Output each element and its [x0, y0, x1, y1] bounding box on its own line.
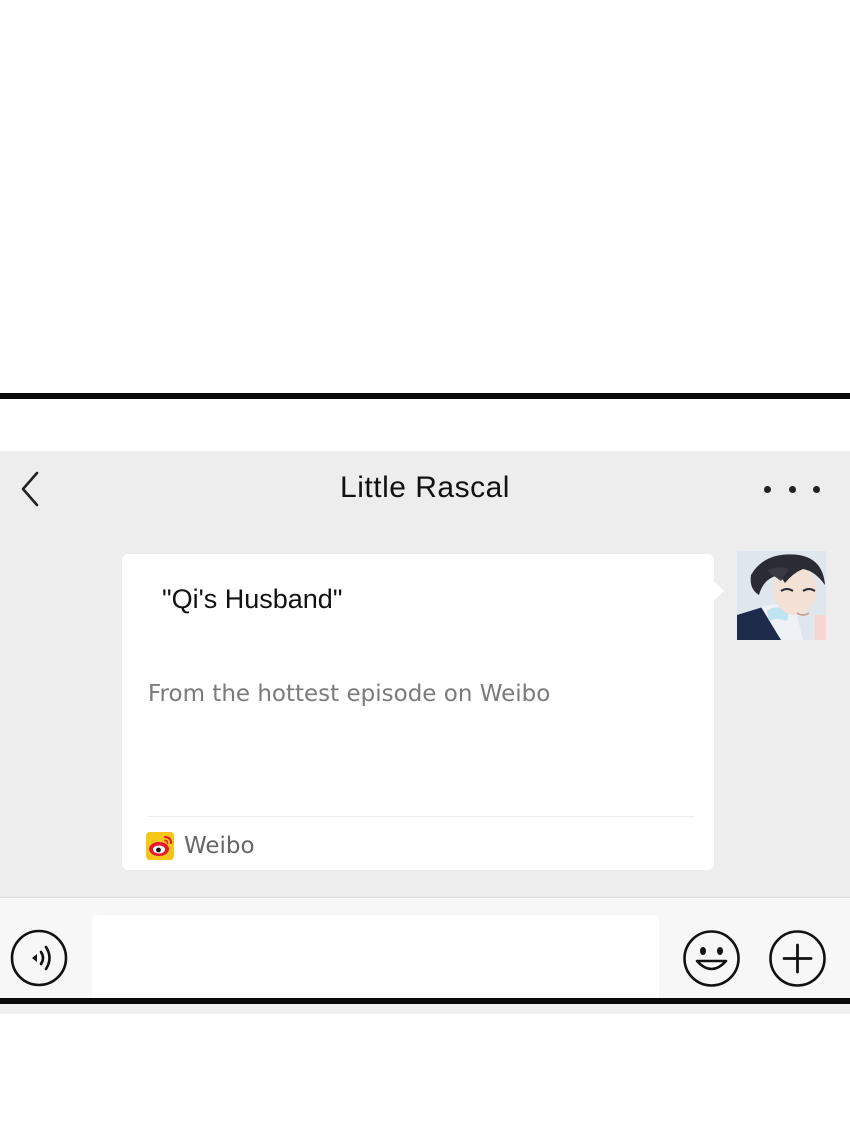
voice-button[interactable] [10, 929, 68, 987]
plus-circle-icon [769, 930, 826, 987]
card-divider [148, 816, 694, 817]
card-title: "Qi's Husband" [162, 584, 343, 614]
chat-title: Little Rascal [340, 471, 510, 504]
shared-link-card[interactable]: "Qi's Husband" From the hottest episode … [122, 554, 714, 870]
more-horizontal-icon [764, 485, 771, 493]
panel-gutter [0, 1004, 850, 1014]
navigation-bar: Little Rascal [0, 451, 850, 527]
avatar[interactable] [737, 551, 826, 640]
message-input[interactable] [92, 915, 659, 998]
chat-screen: Little Rascal "Qi's Husband" From the ho… [0, 399, 850, 998]
more-actions-button[interactable] [768, 929, 827, 988]
voice-icon [10, 929, 68, 987]
source-label: Weibo [184, 833, 255, 859]
input-bar [0, 897, 850, 998]
card-description: From the hottest episode on Weibo [148, 681, 551, 707]
card-source: Weibo [146, 830, 255, 862]
bubble-tail [714, 581, 724, 601]
weibo-logo-icon [146, 832, 174, 860]
message-list: "Qi's Husband" From the hottest episode … [0, 527, 850, 897]
more-options-button[interactable] [764, 477, 820, 501]
emoji-button[interactable] [682, 929, 741, 988]
smiley-icon [683, 930, 740, 987]
